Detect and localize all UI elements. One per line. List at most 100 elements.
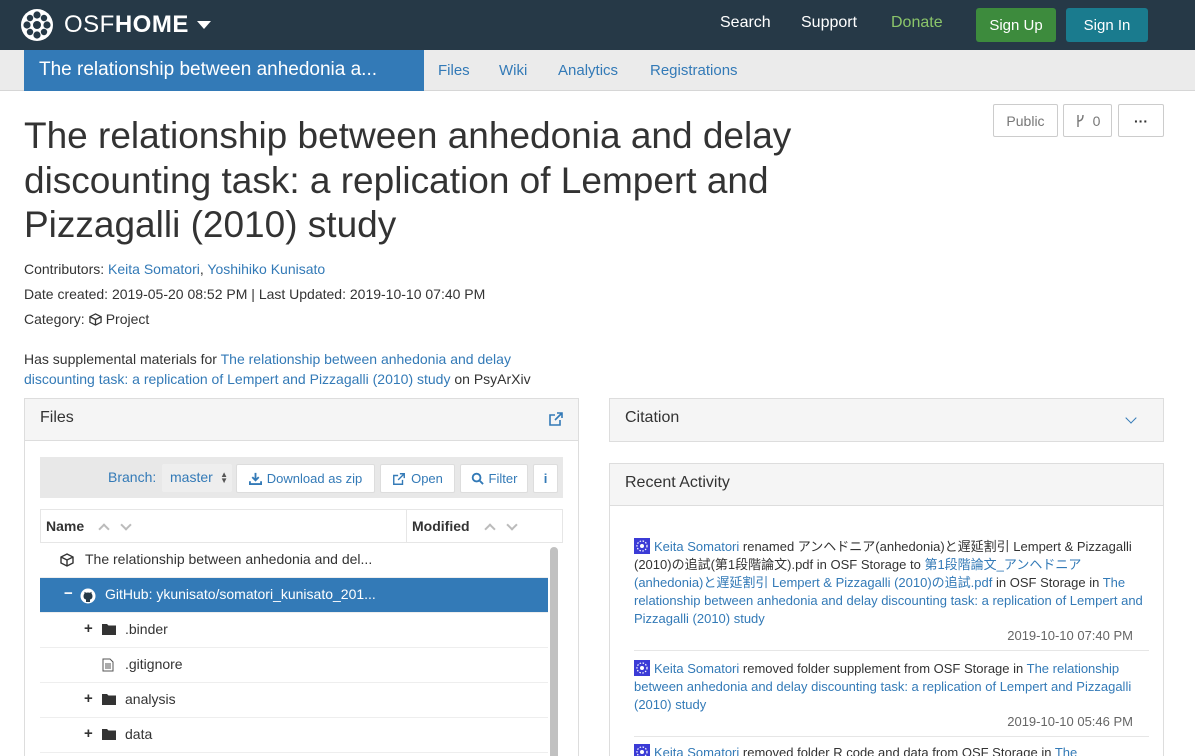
external-link-icon (393, 472, 406, 485)
files-toolbar: Branch: master ▲▼ Download as zip Open (40, 457, 563, 498)
files-grid-header: Name Modified (40, 509, 563, 543)
tab-files[interactable]: Files (438, 62, 470, 79)
files-panel-heading: Files (25, 399, 578, 441)
modified-column-label: Modified (412, 518, 470, 534)
external-link-icon[interactable] (548, 411, 564, 427)
file-row-label: data (125, 726, 153, 742)
file-row-label: The relationship between anhedonia and d… (85, 551, 373, 567)
open-button[interactable]: Open (380, 464, 455, 493)
activity-user-link[interactable]: Keita Somatori (654, 661, 739, 676)
osf-logo-icon (21, 9, 53, 41)
sort-desc-icon[interactable] (505, 518, 518, 531)
file-row-folder[interactable]: + analysis (40, 683, 548, 718)
sign-up-button[interactable]: Sign Up (976, 8, 1056, 42)
date-created-value: 2019-05-20 08:52 PM (111, 286, 248, 302)
recent-activity-panel: Recent Activity Keita Somatori renamed ア… (609, 463, 1164, 756)
contributor-link[interactable]: Keita Somatori (108, 261, 200, 277)
activity-user-link[interactable]: Keita Somatori (654, 745, 739, 756)
cube-icon (60, 553, 74, 567)
activity-text: removed folder supplement from OSF Stora… (742, 661, 1024, 676)
file-row-github[interactable]: − GitHub: ykunisato/somatori_kunisato_20… (40, 578, 548, 613)
activity-project-link[interactable]: The (1055, 745, 1077, 756)
info-button[interactable]: i (533, 464, 558, 493)
file-row-label: .gitignore (125, 656, 183, 672)
supplemental-materials: Has supplemental materials for The relat… (24, 349, 584, 389)
nav-support-link[interactable]: Support (801, 14, 857, 32)
activity-divider (634, 650, 1149, 651)
visibility-button[interactable]: Public (993, 104, 1058, 137)
files-grid: The relationship between anhedonia and d… (40, 543, 548, 756)
activity-heading: Recent Activity (625, 474, 730, 491)
last-updated-value: 2019-10-10 07:40 PM (349, 286, 486, 302)
activity-user-link[interactable]: Keita Somatori (654, 539, 739, 554)
tab-registrations[interactable]: Registrations (650, 62, 738, 79)
date-info: Date created: 2019-05-20 08:52 PM | Last… (24, 286, 486, 302)
select-arrows-icon: ▲ ▼ (220, 470, 228, 485)
fork-button[interactable]: 0 (1063, 104, 1112, 137)
user-avatar-icon (634, 744, 650, 756)
sign-in-button[interactable]: Sign In (1066, 8, 1148, 42)
name-column-label: Name (46, 518, 85, 534)
files-heading: Files (40, 409, 74, 426)
sort-desc-icon[interactable] (120, 518, 132, 531)
expand-toggle[interactable]: + (84, 725, 93, 742)
last-updated-label: Last Updated: (258, 286, 346, 302)
date-created-label: Date created: (24, 286, 109, 302)
branch-select[interactable]: master ▲ ▼ (162, 464, 232, 492)
tab-analytics[interactable]: Analytics (558, 62, 618, 79)
contributors-label: Contributors: (24, 261, 105, 277)
project-nav-title[interactable]: The relationship between anhedonia a... (24, 50, 424, 91)
citation-panel[interactable]: Citation (609, 398, 1164, 442)
contributor-link[interactable]: Yoshihiko Kunisato (207, 261, 325, 277)
activity-text: in OSF Storage in (996, 575, 1100, 590)
download-zip-label: Download as zip (266, 471, 363, 486)
sort-asc-icon[interactable] (483, 522, 496, 535)
collapse-toggle[interactable]: − (64, 585, 73, 602)
branch-label: Branch: (108, 469, 157, 485)
file-row-project[interactable]: The relationship between anhedonia and d… (40, 543, 548, 578)
download-zip-button[interactable]: Download as zip (236, 464, 375, 493)
contributors: Contributors: Keita Somatori, Yoshihiko … (24, 261, 326, 277)
filter-button[interactable]: Filter (460, 464, 528, 493)
osf-home-brand[interactable]: OSF HOME (20, 8, 211, 42)
open-label: Open (411, 471, 443, 486)
nav-search-link[interactable]: Search (720, 14, 771, 32)
file-row-label: GitHub: ykunisato/somatori_kunisato_201.… (105, 586, 376, 602)
name-column-header[interactable]: Name (46, 518, 132, 535)
file-row-file[interactable]: .gitignore (40, 648, 548, 683)
folder-icon (102, 694, 116, 705)
caret-down-icon[interactable] (196, 21, 211, 29)
activity-text: removed folder R code and data from OSF … (742, 745, 1052, 756)
modified-column-header[interactable]: Modified (412, 518, 518, 535)
chevron-down-icon[interactable] (1125, 412, 1137, 424)
file-row-folder[interactable]: + data (40, 718, 548, 753)
category-value: Project (105, 311, 150, 327)
supp-suffix: on PsyArXiv (454, 371, 531, 387)
category-label: Category: (24, 311, 85, 327)
file-row-folder[interactable]: + .binder (40, 613, 548, 648)
file-icon (102, 658, 114, 672)
info-icon: i (543, 471, 548, 486)
search-icon (471, 472, 484, 485)
more-options-button[interactable]: ··· (1118, 104, 1164, 137)
nav-donate-link[interactable]: Donate (891, 14, 943, 32)
download-icon (248, 472, 262, 485)
file-row-label: analysis (125, 691, 176, 707)
expand-toggle[interactable]: + (84, 690, 93, 707)
expand-toggle[interactable]: + (84, 620, 93, 637)
project-title: The relationship between anhedonia and d… (24, 115, 792, 245)
column-divider (406, 510, 407, 542)
files-panel: Files Branch: master ▲ ▼ Download as zip … (24, 398, 579, 756)
sort-asc-icon[interactable] (98, 522, 110, 535)
project-subnav: The relationship between anhedonia a... … (0, 50, 1195, 91)
activity-timestamp: 2019-10-10 05:46 PM (1007, 714, 1133, 729)
brand-home-text: HOME (114, 11, 189, 38)
tab-wiki[interactable]: Wiki (499, 62, 527, 79)
activity-divider (634, 736, 1149, 737)
files-scrollbar[interactable] (550, 547, 558, 756)
user-avatar-icon (634, 538, 650, 554)
folder-icon (102, 624, 116, 635)
activity-timestamp: 2019-10-10 07:40 PM (1007, 628, 1133, 643)
citation-panel-heading[interactable]: Citation (610, 399, 1163, 441)
activity-item: Keita Somatori removed folder supplement… (634, 660, 1149, 714)
